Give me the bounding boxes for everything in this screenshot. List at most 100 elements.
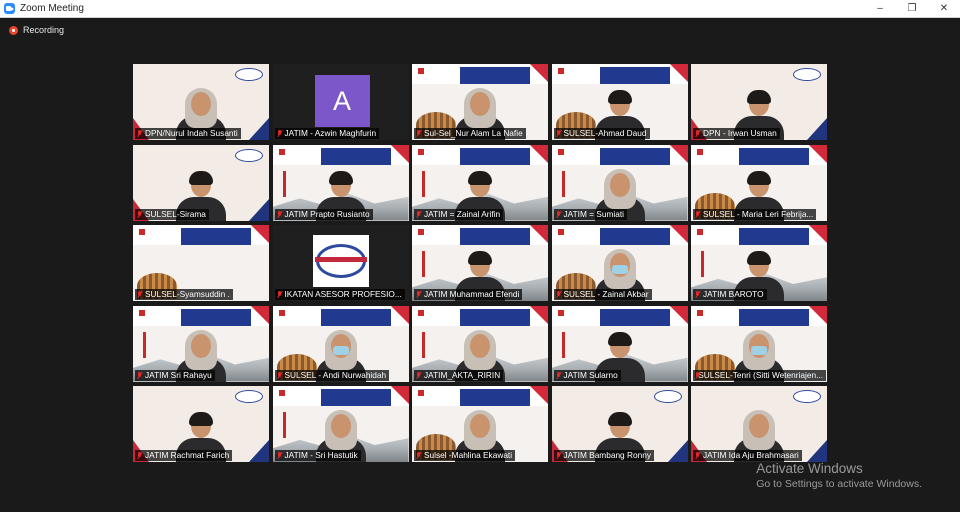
participant-name: JATIM Sularno: [563, 369, 618, 380]
participant-name: JATIM Prapto Rusianto: [284, 208, 370, 219]
mic-muted-icon: [277, 452, 282, 459]
participant-name: JATIM = Zainal Arifin: [424, 208, 501, 219]
participant-tile[interactable]: DPN - Irwan Usman: [691, 64, 827, 140]
window-title: Zoom Meeting: [20, 3, 84, 14]
flag-graphic: [282, 412, 286, 438]
mic-muted-icon: [416, 210, 421, 218]
bnsp-logo: [418, 149, 426, 156]
participant-name: SULSEL - Maria Leri Febrija...: [703, 208, 814, 219]
participant-tile[interactable]: Sul-Sel_Nur Alam La Nafie: [412, 64, 548, 140]
slide-banner: [320, 389, 391, 406]
participant-name-label: Sul-Sel_Nur Alam La Nafie: [414, 128, 526, 139]
bnsp-logo: [558, 149, 566, 156]
bnsp-logo: [697, 229, 705, 236]
participant-name: JATIM Rachmat Farich: [145, 450, 230, 460]
slide-banner: [739, 308, 809, 326]
participant-tile[interactable]: JATIM = Zainal Arifin: [412, 144, 548, 221]
participant-tile[interactable]: SULSEL - Andi Nurwahidah: [272, 305, 409, 382]
mic-muted-icon: [416, 371, 421, 379]
participant-tile[interactable]: SULSEL-Ahmad Daud: [551, 64, 688, 140]
seal-logo: [653, 390, 682, 403]
iaspro-logo: [312, 235, 369, 287]
maximize-button[interactable]: ❐: [896, 0, 928, 17]
slide-decoration: [530, 64, 548, 82]
bnsp-logo: [558, 310, 566, 317]
participant-tile[interactable]: JATIM Sularno: [551, 305, 688, 382]
participant-tile[interactable]: JATIM = Sumiati: [551, 144, 688, 221]
participant-tile[interactable]: JATIM Muhammad Efendi: [412, 225, 548, 301]
participant-tile[interactable]: JATIM Sri Rahayu: [133, 305, 269, 382]
participant-name: Sulsel -Mahlina Ekawati: [424, 450, 513, 460]
participant-tile[interactable]: A JATIM - Azwin Maghfurin: [272, 64, 409, 140]
mic-muted-icon: [556, 130, 561, 137]
flag-graphic: [561, 170, 565, 197]
participant-tile[interactable]: JATIM Ida Aju Brahmasari: [691, 386, 827, 462]
participant-tile[interactable]: SULSEL-Syamsuddin .: [133, 225, 269, 301]
bnsp-logo: [279, 390, 287, 397]
bnsp-logo: [418, 310, 426, 317]
slide-banner: [599, 67, 670, 84]
participant-name: SULSEL-Sirama: [145, 208, 206, 219]
participant-name-label: JATIM = Zainal Arifin: [414, 208, 504, 220]
participant-name-label: JATIM - Azwin Maghfurin: [274, 128, 380, 139]
participant-tile[interactable]: JATIM BAROTO: [691, 225, 827, 301]
slide-decoration: [390, 144, 409, 163]
mic-muted-icon: [277, 210, 282, 218]
participant-name-label: Sulsel -Mahlina Ekawati: [414, 450, 516, 461]
mic-muted-icon: [695, 291, 700, 298]
bnsp-logo: [418, 229, 426, 236]
seal-logo: [235, 68, 263, 81]
participant-tile[interactable]: DPN/Nurul Indah Susanti: [133, 64, 269, 140]
flag-graphic: [422, 170, 425, 197]
participant-name-label: JATIM Sularno: [553, 369, 621, 381]
close-button[interactable]: ✕: [928, 0, 960, 17]
participant-tile[interactable]: JATIM - Sri Hastutik: [272, 386, 409, 462]
watermark-title: Activate Windows: [756, 461, 863, 476]
slide-banner: [460, 308, 530, 326]
participant-tile[interactable]: JATIM_AKTA_RIRIN: [412, 305, 548, 382]
participant-name: Sul-Sel_Nur Alam La Nafie: [424, 128, 523, 138]
participant-name-label: SULSEL - Zainal Akbar: [553, 289, 652, 300]
participant-tile[interactable]: JATIM Bambang Ronny: [551, 386, 688, 462]
participant-name-label: JATIM Sri Rahayu: [135, 369, 215, 381]
participant-name-label: JATIM Rachmat Farich: [135, 450, 233, 461]
slide-decoration: [807, 440, 827, 462]
mic-muted-icon: [416, 452, 421, 459]
participant-tile[interactable]: JATIM Prapto Rusianto: [272, 144, 409, 221]
participant-tile[interactable]: IKATAN ASESOR PROFESIO...: [272, 225, 409, 301]
participant-name-label: DPN/Nurul Indah Susanti: [135, 128, 241, 139]
slide-banner: [599, 228, 670, 245]
mic-muted-icon: [137, 130, 142, 137]
mic-muted-icon: [556, 452, 561, 459]
seal-logo: [235, 390, 263, 403]
slide-decoration: [251, 225, 269, 243]
slide-decoration: [669, 225, 688, 243]
participant-name: SULSEL - Andi Nurwahidah: [284, 369, 387, 380]
flag-graphic: [561, 331, 565, 358]
participant-name-label: DPN - Irwan Usman: [693, 128, 780, 139]
participant-name-label: JATIM - Sri Hastutik: [274, 450, 361, 461]
title-bar: Zoom Meeting – ❐ ✕: [0, 0, 960, 18]
participant-tile[interactable]: SULSEL-Tenri (Sitti Wetenriajen...: [691, 305, 827, 382]
recording-indicator[interactable]: Recording: [9, 25, 64, 35]
flag-graphic: [143, 331, 146, 358]
seal-logo: [793, 390, 821, 403]
minimize-button[interactable]: –: [864, 0, 896, 17]
bnsp-logo: [279, 310, 287, 317]
participant-name-label: SULSEL - Andi Nurwahidah: [274, 369, 390, 381]
participant-tile[interactable]: Sulsel -Mahlina Ekawati: [412, 386, 548, 462]
participant-name-label: JATIM Muhammad Efendi: [414, 289, 523, 300]
zoom-app-icon: [4, 3, 15, 14]
participant-tile[interactable]: SULSEL - Maria Leri Febrija...: [691, 144, 827, 221]
participant-name: SULSEL-Ahmad Daud: [563, 128, 647, 138]
slide-decoration: [809, 225, 827, 243]
participant-tile[interactable]: JATIM Rachmat Farich: [133, 386, 269, 462]
mic-muted-icon: [137, 371, 142, 379]
participant-name-label: JATIM_AKTA_RIRIN: [414, 369, 504, 381]
participant-name-label: IKATAN ASESOR PROFESIO...: [274, 289, 405, 300]
participant-tile[interactable]: SULSEL-Sirama: [133, 144, 269, 221]
mic-muted-icon: [695, 130, 700, 137]
participant-tile[interactable]: SULSEL - Zainal Akbar: [551, 225, 688, 301]
participant-name: JATIM_AKTA_RIRIN: [424, 369, 501, 380]
participant-name: IKATAN ASESOR PROFESIO...: [284, 289, 402, 299]
